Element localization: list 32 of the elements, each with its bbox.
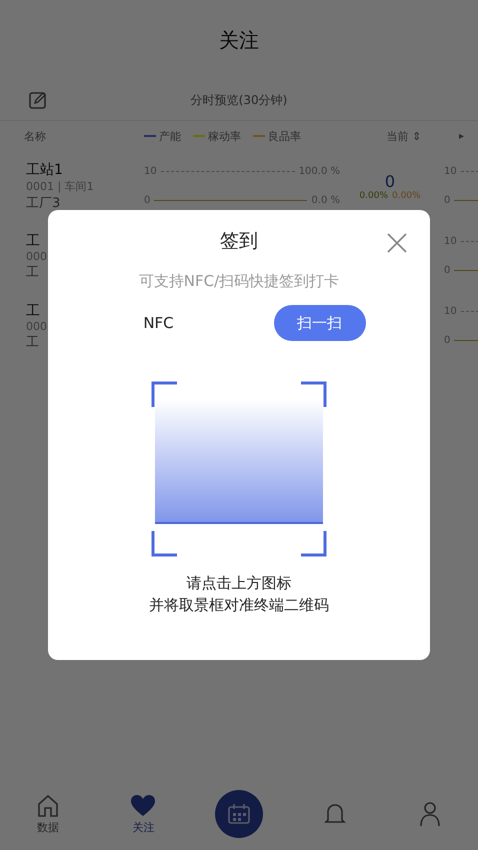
bell-icon[interactable] xyxy=(324,802,346,826)
calendar-icon xyxy=(226,803,251,825)
sort-button[interactable]: 当前 ⇕ xyxy=(364,128,444,144)
rate-value: 0.00% xyxy=(359,190,388,200)
station-name: 工 xyxy=(26,302,41,320)
factory-name: 工厂3 xyxy=(26,194,62,212)
rate-value: 0.00% xyxy=(392,190,421,200)
current-value: 0 xyxy=(384,172,396,190)
station-name: 工 xyxy=(26,232,41,250)
nav-label[interactable]: 关注 xyxy=(132,820,154,834)
legend-label: 良品率 xyxy=(268,128,301,144)
nav-label[interactable]: 数据 xyxy=(36,820,59,834)
person-icon[interactable] xyxy=(419,801,442,827)
close-icon[interactable] xyxy=(386,232,408,254)
dialog-title: 签到 xyxy=(220,230,258,252)
next-arrow[interactable]: ▸ xyxy=(458,130,464,142)
calendar-button[interactable] xyxy=(214,790,263,838)
mode-tab[interactable]: 扫一扫 xyxy=(274,305,366,341)
column-header: 名称 xyxy=(24,128,47,144)
factory-name: 工 xyxy=(26,334,40,350)
legend-label: 稼动率 xyxy=(208,128,241,144)
dialog-subtitle: 可支持NFC/扫码快捷签到打卡 xyxy=(138,272,340,291)
home-icon[interactable] xyxy=(36,794,59,818)
station-name: 工站1 xyxy=(26,160,64,178)
heart-icon[interactable] xyxy=(130,794,156,818)
page-title: 关注 xyxy=(219,26,259,54)
toolbar-title: 分时预览(30分钟) xyxy=(190,92,288,108)
instruction-text: 请点击上方图标 xyxy=(186,573,292,594)
factory-name: 工 xyxy=(26,264,40,280)
instruction-text: 并将取景框对准终端二维码 xyxy=(149,594,329,616)
edit-icon[interactable] xyxy=(28,90,48,110)
legend-label: 产能 xyxy=(159,128,181,144)
